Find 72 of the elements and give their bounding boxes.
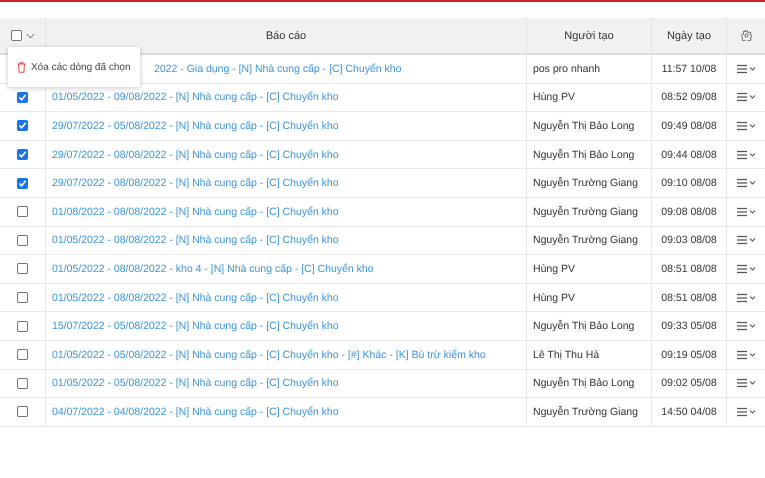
report-link[interactable]: 01/05/2022 - 05/08/2022 - [N] Nhà cung cấp - [C] Chuyển kho <box>52 377 339 390</box>
created-time: 11:57 10/08 <box>662 62 716 75</box>
report-link[interactable]: 01/05/2022 - 08/08/2022 - kho 4 - [N] Nhà cung cấp - [C] Chuyển kho <box>52 262 374 275</box>
creator-name: Hùng PV <box>533 91 576 104</box>
row-checkbox[interactable] <box>17 92 28 103</box>
menu-caret-icon[interactable] <box>736 321 756 332</box>
creator-name: Nguyễn Trường Giang <box>533 177 638 190</box>
created-time: 08:51 08/08 <box>661 292 717 304</box>
menu-caret-icon[interactable] <box>736 92 756 102</box>
row-checkbox[interactable] <box>17 234 28 246</box>
creator-name: Nguyễn Thị Bảo Long <box>533 148 634 161</box>
row-checkbox[interactable] <box>17 178 28 189</box>
row-checkbox[interactable] <box>17 263 28 274</box>
creator-name: Hùng PV <box>533 292 576 304</box>
report-link[interactable]: 01/05/2022 - 08/08/2022 - [N] Nhà cung cấp - [C] Chuyển kho <box>52 234 339 246</box>
menu-caret-icon[interactable] <box>736 64 756 74</box>
row-checkbox[interactable] <box>17 149 28 160</box>
select-all-checkbox[interactable] <box>11 30 22 41</box>
creator-name: Nguyễn Trường Giang <box>533 234 638 246</box>
menu-caret-icon[interactable] <box>736 292 756 303</box>
created-time: 09:33 05/08 <box>661 320 717 332</box>
report-link[interactable]: 2022 - Gia dụng - [N] Nhà cung cấp - [C] Chuyển kho <box>154 62 402 75</box>
menu-item[interactable]: Xóa các dòng đã chọn <box>8 62 140 72</box>
row-checkbox[interactable] <box>17 406 28 418</box>
report-link[interactable]: 01/05/2022 - 08/08/2022 - [N] Nhà cung cấp - [C] Chuyển kho <box>52 292 339 304</box>
settings-icon[interactable] <box>740 30 752 41</box>
menu-caret-icon[interactable] <box>736 120 756 131</box>
created-time: 09:02 05/08 <box>661 377 717 390</box>
creator-name: Nguyễn Thị Bảo Long <box>533 120 634 132</box>
creator-name: Nguyễn Trường Giang <box>533 406 638 418</box>
creator-name: Lê Thị Thu Hà <box>533 348 600 361</box>
creator-name: Nguyễn Thị Bảo Long <box>533 320 634 332</box>
row-checkbox[interactable] <box>17 120 28 132</box>
report-link[interactable]: 29/07/2022 - 08/08/2022 - [N] Nhà cung cấp - [C] Chuyển kho <box>52 148 339 161</box>
menu-caret-icon[interactable] <box>736 150 756 160</box>
column-header: Báo cáo <box>266 30 306 42</box>
creator-name: Hùng PV <box>533 262 576 275</box>
report-link[interactable]: 29/07/2022 - 05/08/2022 - [N] Nhà cung cấp - [C] Chuyển kho <box>52 120 339 132</box>
created-time: 09:19 05/08 <box>661 348 717 361</box>
trash-icon <box>17 62 26 72</box>
created-time: 09:44 08/08 <box>661 148 717 161</box>
created-time: 09:08 08/08 <box>661 206 717 218</box>
report-link[interactable]: 29/07/2022 - 08/08/2022 - [N] Nhà cung cấp - [C] Chuyển kho <box>52 177 339 190</box>
menu-caret-icon[interactable] <box>736 406 756 417</box>
menu-caret-icon[interactable] <box>736 206 756 217</box>
created-time: 09:10 08/08 <box>661 177 717 190</box>
report-link[interactable]: 01/05/2022 - 09/08/2022 - [N] Nhà cung cấp - [C] Chuyển kho <box>52 91 339 104</box>
row-checkbox[interactable] <box>17 349 28 360</box>
chevron-down-icon[interactable] <box>26 32 35 38</box>
menu-caret-icon[interactable] <box>736 350 756 360</box>
row-checkbox[interactable] <box>17 206 28 218</box>
column-header: Ngày tạo <box>666 30 712 42</box>
menu-caret-icon[interactable] <box>736 264 756 274</box>
created-time: 14:50 04/08 <box>661 406 717 418</box>
created-time: 08:52 09/08 <box>661 91 717 104</box>
creator-name: Nguyễn Trường Giang <box>533 206 638 218</box>
row-checkbox[interactable] <box>17 320 28 332</box>
menu-caret-icon[interactable] <box>736 178 756 188</box>
report-link[interactable]: 01/05/2022 - 05/08/2022 - [N] Nhà cung cấp - [C] Chuyển kho - [#] Khác - [K] Bù trừ kiểm kho <box>52 348 486 361</box>
created-time: 09:49 08/08 <box>661 120 717 132</box>
row-checkbox[interactable] <box>17 378 28 389</box>
report-link[interactable]: 04/07/2022 - 04/08/2022 - [N] Nhà cung cấp - [C] Chuyển kho <box>52 406 339 418</box>
menu-caret-icon[interactable] <box>736 235 756 246</box>
created-time: 08:51 08/08 <box>661 262 717 275</box>
created-time: 09:03 08/08 <box>661 234 717 246</box>
creator-name: Nguyễn Thị Bảo Long <box>533 377 634 390</box>
menu-caret-icon[interactable] <box>736 378 756 388</box>
creator-name: pos pro nhanh <box>533 62 600 75</box>
column-header: Người tạo <box>564 30 614 42</box>
report-link[interactable]: 01/08/2022 - 08/08/2022 - [N] Nhà cung cấp - [C] Chuyển kho <box>52 206 339 218</box>
report-link[interactable]: 15/07/2022 - 05/08/2022 - [N] Nhà cung cấp - [C] Chuyển kho <box>52 320 339 332</box>
row-checkbox[interactable] <box>17 292 28 304</box>
